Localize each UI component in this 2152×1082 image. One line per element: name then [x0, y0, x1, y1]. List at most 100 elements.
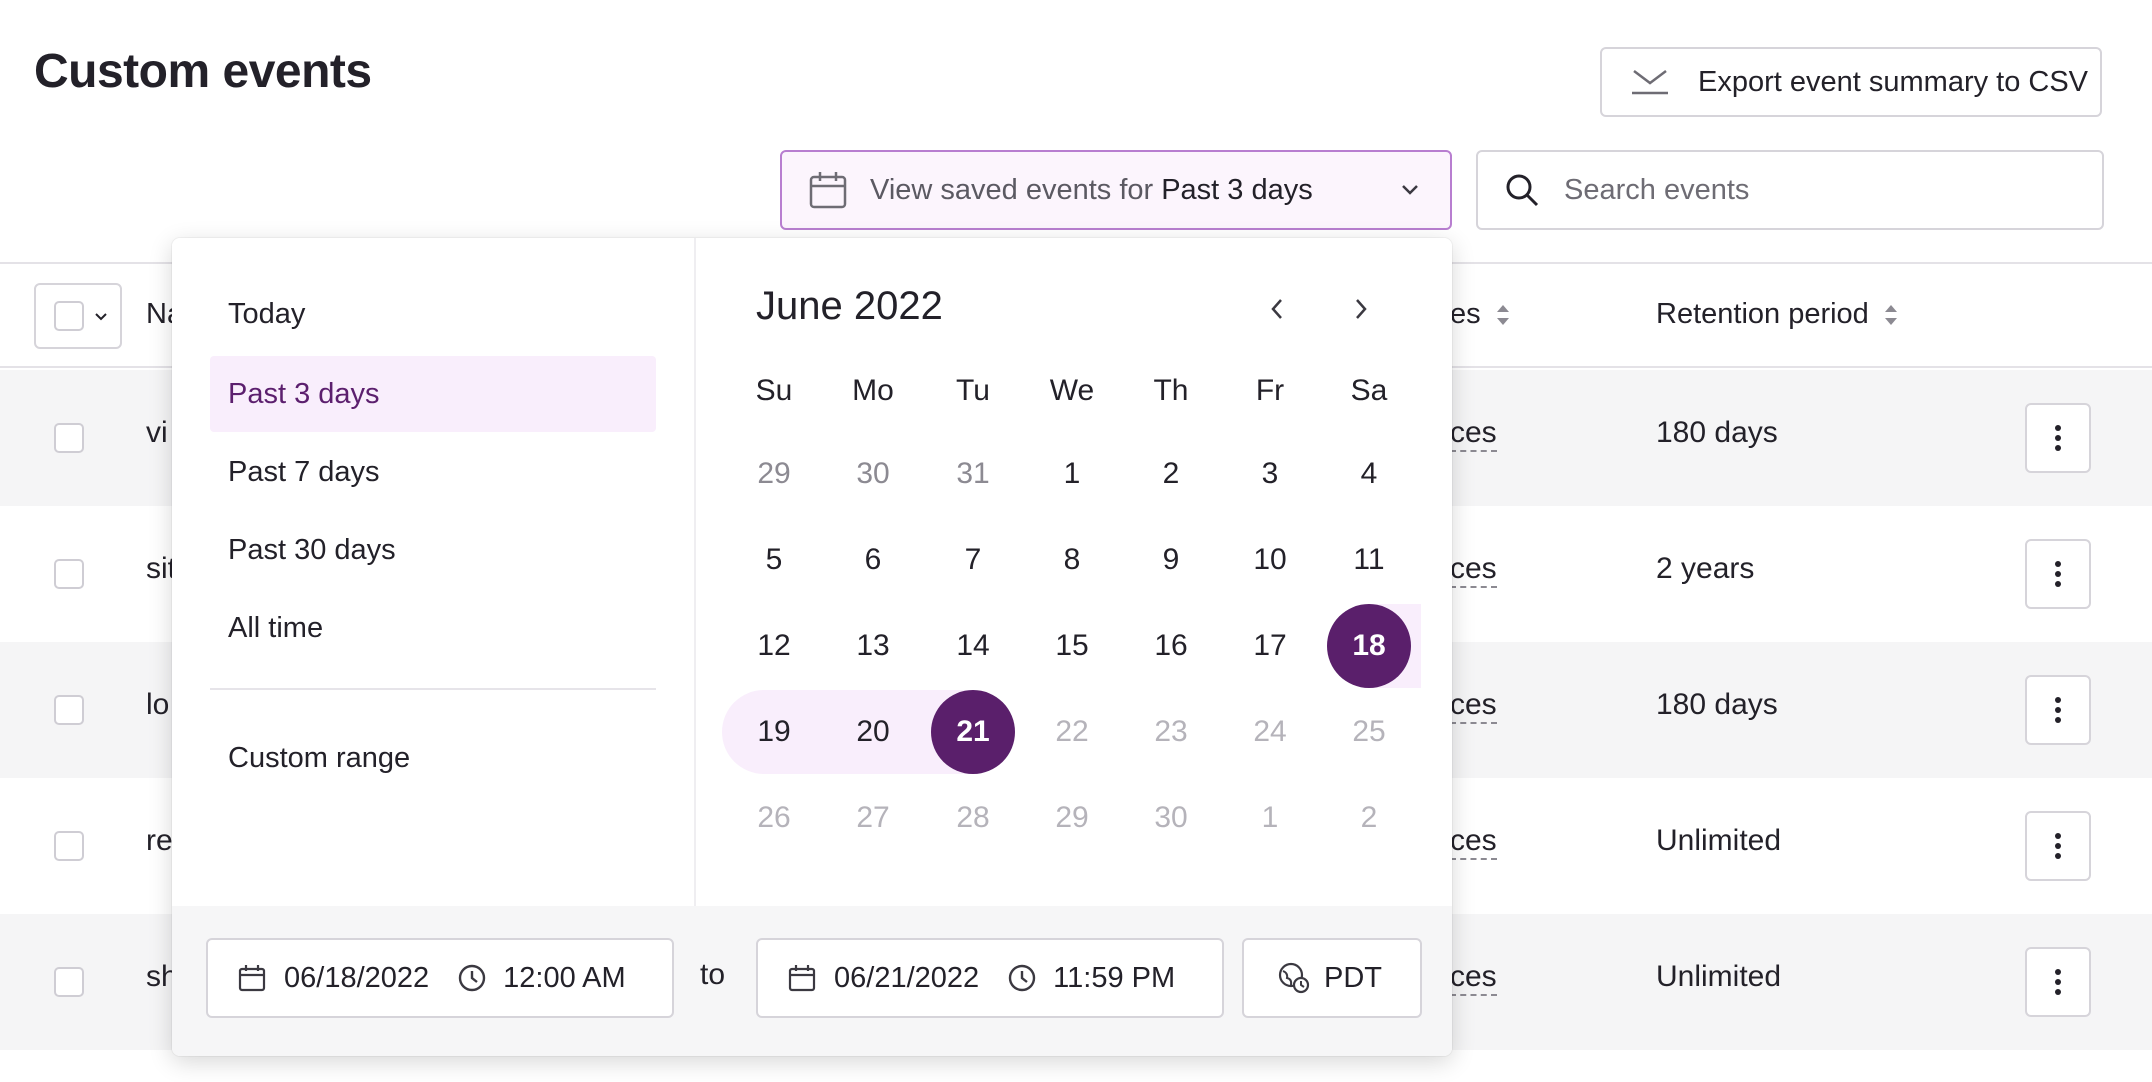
- calendar-day[interactable]: 29: [732, 432, 816, 516]
- calendar-day[interactable]: 22: [1030, 690, 1114, 774]
- more-vertical-icon: [2055, 425, 2061, 451]
- chevron-right-icon[interactable]: [1348, 296, 1372, 322]
- row-checkbox[interactable]: [54, 559, 84, 589]
- end-time: 11:59 PM: [1053, 961, 1176, 994]
- calendar-day[interactable]: 6: [831, 518, 915, 602]
- calendar-day[interactable]: 30: [1129, 776, 1213, 860]
- calendar-day[interactable]: 13: [831, 604, 915, 688]
- preset-all-time[interactable]: All time: [210, 590, 656, 666]
- row-menu-button[interactable]: [2025, 675, 2091, 745]
- date-range-popover: Today Past 3 days Past 7 days Past 30 da…: [172, 238, 1452, 1056]
- calendar-day[interactable]: 1: [1030, 432, 1114, 516]
- chevron-down-icon: [95, 313, 107, 321]
- start-date: 06/18/2022: [284, 961, 430, 994]
- row-checkbox[interactable]: [54, 423, 84, 453]
- calendar-day[interactable]: 27: [831, 776, 915, 860]
- weekday-label: Sa: [1350, 374, 1388, 407]
- more-vertical-icon: [2055, 969, 2061, 995]
- event-name: vi: [146, 416, 168, 449]
- calendar-day[interactable]: 25: [1327, 690, 1411, 774]
- calendar-day[interactable]: 15: [1030, 604, 1114, 688]
- event-name: lo: [146, 688, 170, 721]
- row-checkbox[interactable]: [54, 967, 84, 997]
- row-menu-button[interactable]: [2025, 947, 2091, 1017]
- calendar-day[interactable]: 17: [1228, 604, 1312, 688]
- preset-past-7-days[interactable]: Past 7 days: [210, 434, 656, 510]
- chevron-down-icon: [1402, 185, 1418, 195]
- calendar-day[interactable]: 14: [931, 604, 1015, 688]
- devices-link[interactable]: ces: [1450, 688, 1497, 724]
- more-vertical-icon: [2055, 697, 2061, 723]
- calendar-day[interactable]: 28: [931, 776, 1015, 860]
- calendar-day[interactable]: 31: [931, 432, 1015, 516]
- export-label: Export event summary to CSV: [1698, 65, 2089, 98]
- chevron-left-icon[interactable]: [1266, 296, 1290, 322]
- calendar-icon: [238, 965, 266, 992]
- preset-past-3-days[interactable]: Past 3 days: [210, 356, 656, 432]
- page-title: Custom events: [34, 45, 372, 98]
- calendar-day[interactable]: 29: [1030, 776, 1114, 860]
- row-checkbox[interactable]: [54, 695, 84, 725]
- column-retention[interactable]: Retention period: [1656, 298, 1899, 331]
- start-datetime-field[interactable]: 06/18/2022 12:00 AM: [206, 938, 674, 1018]
- calendar-day[interactable]: 23: [1129, 690, 1213, 774]
- calendar-day[interactable]: 19: [732, 690, 816, 774]
- checkbox[interactable]: [54, 301, 84, 331]
- calendar-day[interactable]: 20: [831, 690, 915, 774]
- calendar-day[interactable]: 5: [732, 518, 816, 602]
- calendar-day[interactable]: 10: [1228, 518, 1312, 602]
- month-label: June 2022: [756, 284, 943, 328]
- preset-past-30-days[interactable]: Past 30 days: [210, 512, 656, 588]
- devices-link[interactable]: ces: [1450, 416, 1497, 452]
- calendar-day[interactable]: 9: [1129, 518, 1213, 602]
- preset-list: Today Past 3 days Past 7 days Past 30 da…: [172, 238, 694, 906]
- sort-icon: [1884, 304, 1897, 325]
- calendar-day[interactable]: 8: [1030, 518, 1114, 602]
- row-menu-button[interactable]: [2025, 403, 2091, 473]
- devices-link[interactable]: ces: [1450, 552, 1497, 588]
- column-devices[interactable]: es: [1450, 298, 1511, 331]
- retention-value: Unlimited: [1656, 824, 1782, 857]
- period-value: Past 3 days: [1161, 173, 1313, 206]
- calendar-day[interactable]: 4: [1327, 432, 1411, 516]
- select-all-checkbox[interactable]: [34, 283, 122, 349]
- calendar-day[interactable]: 3: [1228, 432, 1312, 516]
- preset-today[interactable]: Today: [210, 276, 656, 352]
- row-menu-button[interactable]: [2025, 811, 2091, 881]
- clock-icon: [1008, 964, 1036, 992]
- weekday-label: We: [1049, 374, 1095, 407]
- calendar-day[interactable]: 30: [831, 432, 915, 516]
- weekday-label: Su: [755, 374, 793, 407]
- calendar-day[interactable]: 2: [1327, 776, 1411, 860]
- end-date: 06/21/2022: [834, 961, 980, 994]
- calendar-day[interactable]: 12: [732, 604, 816, 688]
- timezone-button[interactable]: PDT: [1242, 938, 1422, 1018]
- row-checkbox[interactable]: [54, 831, 84, 861]
- row-menu-button[interactable]: [2025, 539, 2091, 609]
- calendar-day[interactable]: 26: [732, 776, 816, 860]
- preset-custom-range[interactable]: Custom range: [210, 720, 656, 796]
- calendar-day[interactable]: 2: [1129, 432, 1213, 516]
- globe-clock-icon: [1278, 962, 1310, 994]
- start-time: 12:00 AM: [503, 961, 626, 994]
- calendar-day[interactable]: 11: [1327, 518, 1411, 602]
- search-placeholder: Search events: [1564, 173, 1750, 206]
- search-input[interactable]: Search events: [1476, 150, 2104, 230]
- calendar-day[interactable]: 18: [1327, 604, 1411, 688]
- calendar-day[interactable]: 24: [1228, 690, 1312, 774]
- end-datetime-field[interactable]: 06/21/2022 11:59 PM: [756, 938, 1224, 1018]
- weekday-label: Th: [1153, 374, 1189, 407]
- devices-link[interactable]: ces: [1450, 960, 1497, 996]
- column-devices-label: es: [1450, 298, 1481, 330]
- retention-value: 2 years: [1656, 552, 1755, 585]
- calendar-day[interactable]: 7: [931, 518, 1015, 602]
- export-csv-button[interactable]: Export event summary to CSV: [1600, 47, 2102, 117]
- weekday-label: Tu: [956, 374, 990, 407]
- calendar-day[interactable]: 21: [931, 690, 1015, 774]
- period-select[interactable]: View saved events for Past 3 days: [780, 150, 1452, 230]
- retention-value: 180 days: [1656, 416, 1778, 449]
- calendar-day[interactable]: 1: [1228, 776, 1312, 860]
- calendar-day[interactable]: 16: [1129, 604, 1213, 688]
- devices-link[interactable]: ces: [1450, 824, 1497, 860]
- calendar-icon: [809, 172, 847, 209]
